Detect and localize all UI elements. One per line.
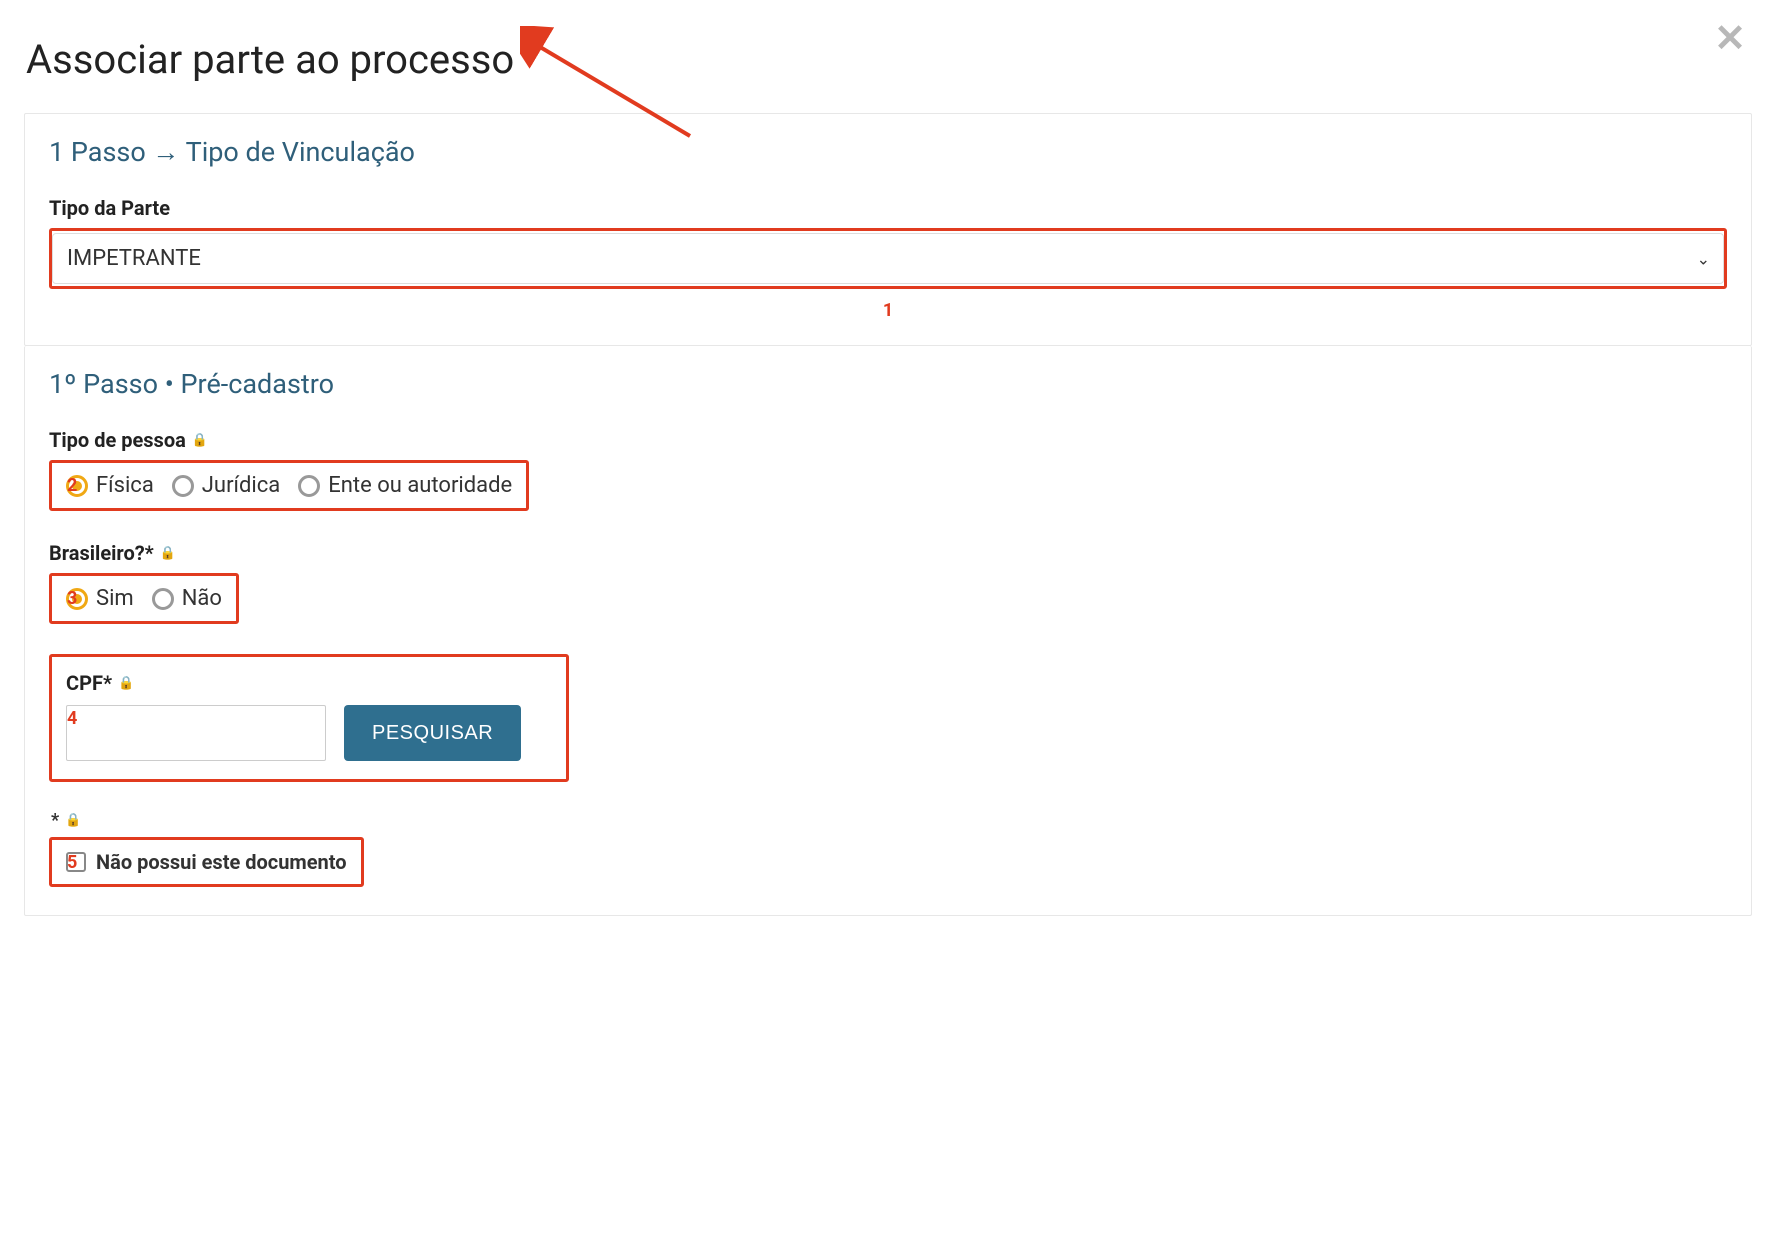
annotation-2: 2 bbox=[67, 475, 77, 496]
tipo-pessoa-radio-group: Física Jurídica Ente ou autoridade bbox=[49, 460, 529, 511]
cpf-input[interactable] bbox=[66, 705, 326, 761]
tipo-pessoa-label: Tipo de pessoa 🔒 bbox=[49, 428, 1727, 452]
close-icon[interactable]: ✕ bbox=[1714, 20, 1746, 58]
no-doc-star: * 🔒 bbox=[51, 810, 1727, 831]
lock-icon: 🔒 bbox=[160, 546, 176, 561]
lock-icon: 🔒 bbox=[118, 676, 134, 691]
step2-title: 1º Passo • Pré-cadastro bbox=[49, 368, 1727, 400]
cpf-label-text: CPF* bbox=[66, 671, 112, 695]
modal-title: Associar parte ao processo bbox=[26, 36, 1752, 83]
radio-sim-label: Sim bbox=[96, 586, 134, 611]
annotation-1: 1 bbox=[883, 300, 893, 321]
radio-icon bbox=[172, 475, 194, 497]
lock-icon: 🔒 bbox=[192, 433, 208, 448]
radio-icon bbox=[152, 588, 174, 610]
radio-icon bbox=[298, 475, 320, 497]
annotation-3: 3 bbox=[67, 588, 77, 609]
lock-icon: 🔒 bbox=[65, 813, 81, 828]
tipo-parte-label-text: Tipo da Parte bbox=[49, 196, 170, 220]
no-doc-label: Não possui este documento bbox=[96, 850, 347, 874]
annotation-4: 4 bbox=[67, 708, 77, 729]
radio-fisica-label: Física bbox=[96, 473, 154, 498]
radio-juridica-label: Jurídica bbox=[202, 473, 280, 498]
cpf-label: CPF* 🔒 bbox=[66, 671, 552, 695]
annotation-5: 5 bbox=[67, 852, 77, 873]
tipo-parte-select-wrap: IMPETRANTE ⌄ bbox=[49, 228, 1727, 289]
brasileiro-label-text: Brasileiro?* bbox=[49, 541, 154, 565]
cpf-block: CPF* 🔒 PESQUISAR bbox=[49, 654, 569, 782]
tipo-parte-select[interactable]: IMPETRANTE bbox=[52, 233, 1724, 284]
radio-ente-label: Ente ou autoridade bbox=[328, 473, 512, 498]
radio-fisica[interactable]: Física bbox=[66, 473, 154, 498]
pesquisar-button[interactable]: PESQUISAR bbox=[344, 705, 521, 761]
step1-title: 1 Passo → Tipo de Vinculação bbox=[49, 136, 1727, 168]
no-doc-star-text: * bbox=[51, 810, 59, 831]
tipo-pessoa-label-text: Tipo de pessoa bbox=[49, 428, 186, 452]
radio-ente[interactable]: Ente ou autoridade bbox=[298, 473, 512, 498]
radio-juridica[interactable]: Jurídica bbox=[172, 473, 280, 498]
radio-nao-label: Não bbox=[182, 586, 222, 611]
no-doc-checkbox-wrap[interactable]: Não possui este documento bbox=[49, 837, 364, 887]
brasileiro-label: Brasileiro?* 🔒 bbox=[49, 541, 1727, 565]
tipo-parte-label: Tipo da Parte bbox=[49, 196, 1727, 220]
brasileiro-radio-group: Sim Não bbox=[49, 573, 239, 624]
radio-nao[interactable]: Não bbox=[152, 586, 222, 611]
